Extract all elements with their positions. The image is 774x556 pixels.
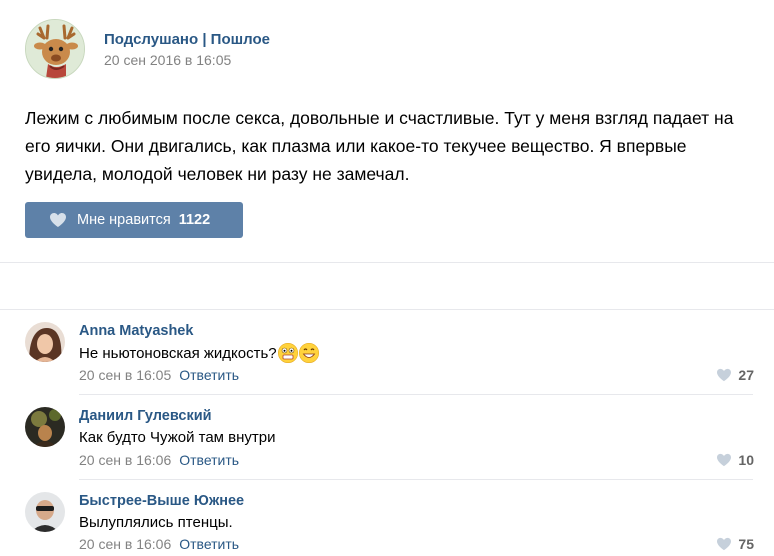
comment-author[interactable]: Даниил Гулевский [79,408,212,424]
post: Подслушано | Пошлое 20 сен 2016 в 16:05 … [0,0,774,262]
comment-text: Как будто Чужой там внутри [79,429,276,446]
heart-icon [717,537,732,551]
comment-meta: 20 сен в 16:05 Ответить [79,367,239,383]
heart-icon [717,453,732,467]
comment-author[interactable]: Anna Matyashek [79,323,193,339]
like-button[interactable]: Мне нравится 1122 [25,202,243,238]
comment-meta: 20 сен в 16:06 Ответить [79,536,239,552]
comment-like-count: 27 [738,367,754,383]
user-photo [25,322,65,362]
comment-like-count: 75 [738,536,754,552]
avatar[interactable] [25,407,65,447]
user-photo [25,492,65,532]
avatar[interactable] [25,492,65,532]
comment-text-content: Не ньютоновская жидкость? [79,344,277,362]
emoji-surprised-icon [277,343,298,363]
post-date[interactable]: 20 сен 2016 в 16:05 [104,52,231,68]
heart-icon [717,368,732,382]
user-photo [25,407,65,447]
post-author[interactable]: Подслушано | Пошлое [104,31,270,48]
comment-text: Не ньютоновская жидкость? [79,343,319,363]
comment-like-button[interactable]: 75 [716,536,754,552]
post-text: Лежим с любимым после секса, довольные и… [25,108,734,184]
comment-date[interactable]: 20 сен в 16:06 [79,536,171,552]
comment-like-count: 10 [738,452,754,468]
like-count: 1122 [178,212,211,228]
comment: Anna Matyashek Не ньютоновская жидкость?… [0,310,774,395]
comment: Быстрее-Выше Южнее Вылуплялись птенцы. 2… [0,480,774,556]
like-label: Мне нравится [77,212,171,228]
comment-date[interactable]: 20 сен в 16:06 [79,452,171,468]
comment-like-button[interactable]: 10 [716,452,754,468]
comment-author[interactable]: Быстрее-Выше Южнее [79,493,244,509]
reply-button[interactable]: Ответить [179,452,239,468]
avatar[interactable] [25,322,65,362]
deer-avatar-icon [26,20,84,78]
reply-button[interactable]: Ответить [179,367,239,383]
reply-button[interactable]: Ответить [179,536,239,552]
group-avatar[interactable] [25,19,85,79]
heart-icon [50,213,66,227]
comment: Даниил Гулевский Как будто Чужой там вну… [0,395,774,480]
comment-date[interactable]: 20 сен в 16:05 [79,367,171,383]
comment-like-button[interactable]: 27 [716,367,754,383]
comment-text: Вылуплялись птенцы. [79,514,233,531]
comment-meta: 20 сен в 16:06 Ответить [79,452,239,468]
emoji-grin-icon [298,343,319,363]
